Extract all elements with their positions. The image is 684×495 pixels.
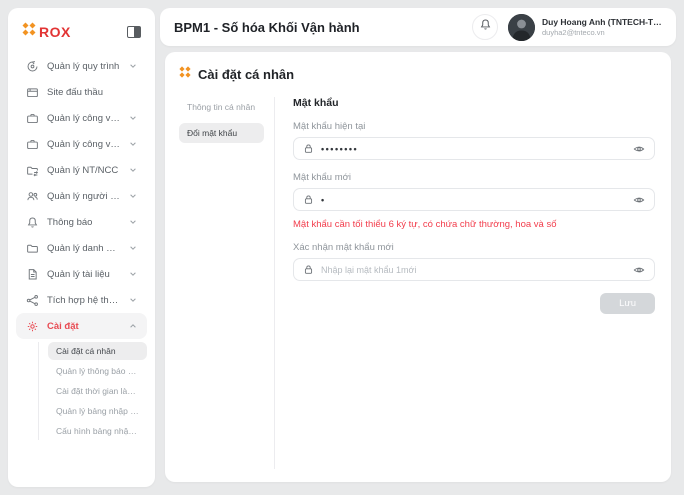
eye-icon[interactable]: [633, 264, 645, 276]
password-error-message: Mật khẩu cần tối thiểu 6 ký tự, có chứa …: [293, 219, 557, 230]
sidebar-item-quan-ly-cong-viec-2[interactable]: Quản lý công việc: [16, 131, 147, 157]
folder-transfer-icon: [26, 164, 39, 177]
sidebar-collapse-icon[interactable]: [127, 25, 141, 38]
tab-doi-mat-khau[interactable]: Đổi mật khẩu: [179, 123, 264, 143]
new-password-input[interactable]: [321, 194, 626, 205]
browser-card-icon: [26, 86, 39, 99]
bell-icon: [479, 18, 492, 36]
sidebar-item-quan-ly-nguoi-dung[interactable]: Quản lý người dùng: [16, 183, 147, 209]
eye-icon[interactable]: [633, 194, 645, 206]
sidebar-item-quan-ly-nt-ncc[interactable]: Quản lý NT/NCC: [16, 157, 147, 183]
chevron-down-icon: [129, 114, 137, 122]
password-form: Mật khẩu Mật khẩu hiện tại Mật khẩu mới: [275, 97, 657, 469]
top-header: BPM1 - Số hóa Khối Vận hành Duy Hoang An…: [160, 8, 676, 46]
settings-submenu: Cài đặt cá nhân Quản lý thông báo hệ thố…: [38, 342, 147, 440]
app-title: BPM1 - Số hóa Khối Vận hành: [174, 19, 360, 35]
chevron-down-icon: [129, 62, 137, 70]
submenu-item-cau-hinh-bang-nhap-lieu[interactable]: Cấu hình bảng nhập liệu: [48, 422, 147, 440]
sidebar-item-label: Quản lý quy trình: [47, 60, 120, 72]
user-menu[interactable]: Duy Hoang Anh (TNTECH-TTKD TKT... duyha2…: [508, 13, 662, 41]
submenu-item-quan-ly-bang-nhap-lieu[interactable]: Quản lý bảng nhập liệu: [48, 402, 147, 420]
sidebar-item-label: Site đấu thầu: [47, 86, 103, 98]
briefcase-icon: [26, 112, 39, 125]
sidebar-item-quan-ly-tai-lieu[interactable]: Quản lý tài liệu: [16, 261, 147, 287]
gear-icon: [26, 320, 39, 333]
chevron-down-icon: [129, 166, 137, 174]
chevron-down-icon: [129, 218, 137, 226]
submenu-item-quan-ly-thong-bao-he-thong[interactable]: Quản lý thông báo hệ thống: [48, 362, 147, 380]
tab-thong-tin-ca-nhan[interactable]: Thông tin cá nhân: [179, 97, 264, 117]
sidebar-item-site-dau-thau[interactable]: Site đấu thầu: [16, 79, 147, 105]
rox-pinwheel-icon: [22, 22, 36, 41]
page-title-row: Cài đặt cá nhân: [179, 65, 657, 83]
sidebar-item-label: Tích hợp hệ thống: [47, 294, 121, 306]
sidebar-item-thong-bao[interactable]: Thông báo: [16, 209, 147, 235]
rox-pinwheel-icon: [179, 65, 191, 83]
lock-icon: [303, 194, 314, 205]
content-body: Thông tin cá nhân Đổi mật khẩu Mật khẩu …: [179, 97, 657, 469]
confirm-password-field: [293, 258, 655, 281]
confirm-password-label: Xác nhận mật khẩu mới: [293, 242, 394, 253]
sidebar-item-label: Quản lý NT/NCC: [47, 164, 119, 176]
lock-icon: [303, 264, 314, 275]
user-name: Duy Hoang Anh (TNTECH-TTKD TKT...: [542, 17, 662, 27]
document-icon: [26, 268, 39, 281]
chevron-down-icon: [129, 296, 137, 304]
new-password-field: [293, 188, 655, 211]
process-icon: [26, 60, 39, 73]
briefcase-icon: [26, 138, 39, 151]
sidebar-item-label: Thông báo: [47, 216, 93, 228]
settings-tabs: Thông tin cá nhân Đổi mật khẩu: [179, 97, 275, 469]
new-password-label: Mật khẩu mới: [293, 172, 351, 183]
sidebar-item-quan-ly-danh-muc[interactable]: Quản lý danh mục: [16, 235, 147, 261]
sidebar-item-tich-hop-he-thong[interactable]: Tích hợp hệ thống: [16, 287, 147, 313]
integration-nodes-icon: [26, 294, 39, 307]
current-password-input[interactable]: [321, 143, 626, 154]
chevron-down-icon: [129, 140, 137, 148]
logo[interactable]: ROX: [22, 22, 71, 41]
sidebar-item-label: Quản lý công việc: [47, 138, 121, 150]
confirm-password-input[interactable]: [321, 264, 626, 275]
lock-icon: [303, 143, 314, 154]
page-title: Cài đặt cá nhân: [198, 66, 295, 82]
sidebar-item-label: Quản lý tài liệu: [47, 268, 110, 280]
current-password-field: [293, 137, 655, 160]
current-password-label: Mật khẩu hiện tại: [293, 121, 366, 132]
notification-button[interactable]: [472, 14, 498, 40]
sidebar-item-cai-dat[interactable]: Cài đặt: [16, 313, 147, 339]
submenu-item-cai-dat-ca-nhan[interactable]: Cài đặt cá nhân: [48, 342, 147, 360]
content-card: Cài đặt cá nhân Thông tin cá nhân Đổi mậ…: [165, 52, 671, 482]
sidebar: ROX Quản lý quy trình Site đấu thầu Quản…: [8, 8, 155, 487]
users-icon: [26, 190, 39, 203]
sidebar-item-label: Cài đặt: [47, 320, 79, 332]
sidebar-header: ROX: [16, 18, 147, 53]
chevron-down-icon: [129, 270, 137, 278]
submenu-item-cai-dat-thoi-gian-lam-viec[interactable]: Cài đặt thời gian làm việc: [48, 382, 147, 400]
user-meta: Duy Hoang Anh (TNTECH-TTKD TKT... duyha2…: [542, 17, 662, 37]
folder-icon: [26, 242, 39, 255]
save-button[interactable]: Lưu: [600, 293, 655, 314]
logo-text: ROX: [39, 23, 71, 40]
bell-icon: [26, 216, 39, 229]
user-email: duyha2@tnteco.vn: [542, 28, 605, 37]
form-actions: Lưu: [293, 293, 655, 314]
sidebar-menu: Quản lý quy trình Site đấu thầu Quản lý …: [16, 53, 147, 440]
sidebar-item-quan-ly-cong-viec-1[interactable]: Quản lý công việc: [16, 105, 147, 131]
sidebar-item-label: Quản lý danh mục: [47, 242, 121, 254]
form-section-title: Mật khẩu: [293, 97, 339, 109]
chevron-up-icon: [129, 322, 137, 330]
chevron-down-icon: [129, 244, 137, 252]
sidebar-item-quan-ly-quy-trinh[interactable]: Quản lý quy trình: [16, 53, 147, 79]
avatar: [508, 13, 535, 41]
chevron-down-icon: [129, 192, 137, 200]
sidebar-item-label: Quản lý người dùng: [47, 190, 121, 202]
eye-icon[interactable]: [633, 143, 645, 155]
sidebar-item-label: Quản lý công việc: [47, 112, 121, 124]
